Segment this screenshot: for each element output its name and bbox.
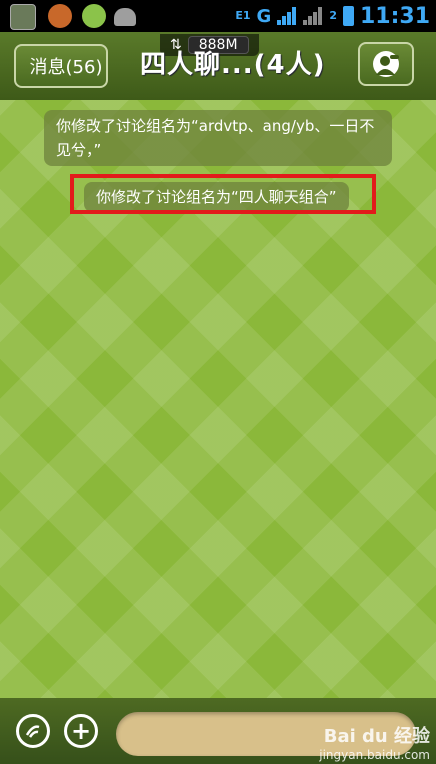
group-profile-icon [373, 51, 399, 77]
android-icon [114, 8, 136, 26]
group-info-button[interactable] [358, 42, 414, 86]
game-notification-icon [48, 4, 72, 28]
network-small-label: E1 [235, 9, 251, 22]
system-message: 你修改了讨论组名为“ardvtp、ang/yb、一日不见兮，” [44, 110, 392, 166]
voice-button[interactable] [16, 714, 50, 748]
voice-icon [25, 725, 40, 738]
chat-area[interactable]: 你修改了讨论组名为“ardvtp、ang/yb、一日不见兮，” 你修改了讨论组名… [0, 100, 436, 698]
network-type-label: G [256, 5, 272, 27]
battery-icon [342, 6, 354, 26]
chat-header: ⇅ 888M 消息(56) 四人聊...(4人) [0, 32, 436, 102]
signal-icon [277, 7, 297, 25]
watermark: Bai du 经验 jingyan.baidu.com [319, 722, 430, 762]
input-bar: + Bai du 经验 jingyan.baidu.com [0, 698, 436, 764]
chat-notification-icon [82, 4, 106, 28]
sim2-signal-icon [303, 7, 323, 25]
status-bar: E1 G 2 11:31 [0, 0, 436, 32]
back-button[interactable]: 消息(56) [14, 44, 108, 88]
add-attachment-button[interactable]: + [64, 714, 98, 748]
status-indicators: E1 G 2 11:31 [235, 0, 430, 32]
watermark-url: jingyan.baidu.com [319, 748, 430, 762]
sim2-label: 2 [329, 9, 337, 22]
back-button-label: 消息(56) [29, 57, 103, 78]
plus-icon: + [70, 717, 92, 745]
app-notification-icon [10, 4, 36, 30]
watermark-brand: Bai du 经验 [323, 726, 430, 747]
chat-title: 四人聊...(4人) [140, 50, 326, 80]
highlight-box [70, 174, 376, 214]
clock: 11:31 [359, 3, 430, 29]
